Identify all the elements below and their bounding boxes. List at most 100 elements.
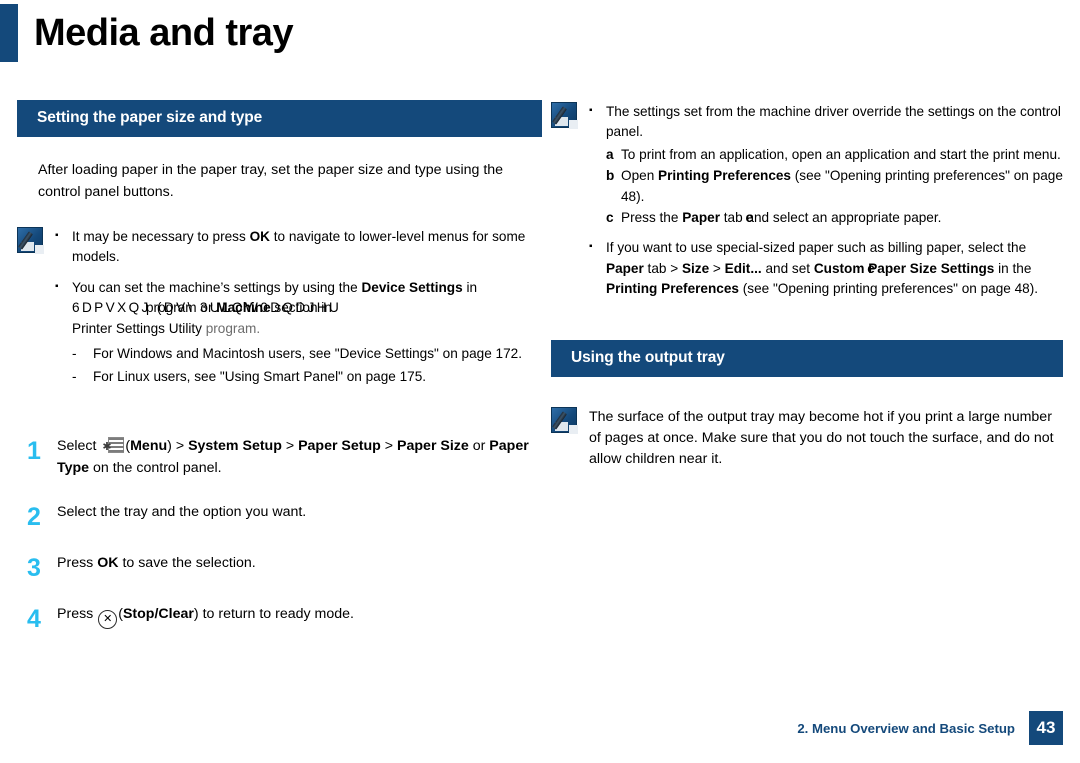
note-body-left: ▪ It may be necessary to press OK to nav… [55,227,542,393]
step-3-bold-ok: OK [97,554,119,571]
step-4-seg3: ) to return to ready mode. [193,605,354,622]
note-bullet-special-sized: ▪ If you want to use special-sized paper… [589,238,1063,299]
special-bold-paper: Paper [606,260,644,276]
bullet-dot: ▪ [55,230,59,241]
dash-item-windows-mac: - For Windows and Macintosh users, see "… [72,344,542,364]
special-bold-paper-size-settings: Paper Size Settings [868,260,995,276]
note-bullet-list-right: ▪ The settings set from the machine driv… [589,102,1063,300]
step-1-seg3: ) > [167,437,189,454]
step-3-text: Press OK to save the selection. [57,550,542,581]
alpha-b-pre: Open [621,168,659,184]
alpha-b-bold: Printing Preferences [658,168,791,184]
left-column: Setting the paper size and type After lo… [17,100,542,652]
overlapped-glyph-c: and select an appropriate paper. e [745,208,942,228]
special-t4: in the [994,260,1032,276]
overlay-part-bold: Machine [216,300,271,316]
step-3-number: 3 [27,553,41,582]
note-bullet-ok: ▪ It may be necessary to press OK to nav… [55,227,542,268]
alpha-sub-list: a To print from an application, open an … [606,145,1063,229]
alpha-c-post: tab [719,209,747,225]
note-pencil-icon [17,227,45,255]
bullet-special-line1: If you want to use special-sized paper s… [606,240,1027,256]
title-accent-bar [0,4,18,62]
alpha-c-bold-paper: Paper [682,209,720,225]
overlapped-text-run: 6DPVXQJ (DV\ 3ULQW0DQDJHU program or Mac… [72,298,341,318]
special-bold-size: Size [681,260,710,276]
alpha-item-b: b Open Printing Preferences (see "Openin… [606,166,1063,207]
dash-item-linux: - For Linux users, see "Using Smart Pane… [72,367,542,387]
overlapped-glyph-custom: Paper Size Settings e [867,259,995,279]
step-3-seg1: Press [57,554,98,571]
alpha-c-pre: Press the [621,209,683,225]
bullet-ds-tail-grey: program. [205,320,261,336]
step-1-bold-paper-size: Paper Size [397,437,469,454]
step-1: 1 Select ✱ (Menu) > System Setup > Paper … [17,433,542,479]
bullet-ds-pre: You can set the machine’s settings by us… [72,279,362,295]
note-body-right-top: ▪ The settings set from the machine driv… [589,102,1063,302]
special-bold-printing-prefs: Printing Preferences [606,281,739,297]
step-1-bold-menu: Menu [130,437,168,454]
special-t3: and set [761,260,814,276]
bullet-ds-tail: Printer Settings Utility [72,320,206,336]
dash-mark: - [72,369,77,385]
alpha-mark-b: b [606,168,615,184]
step-4-bold-stop-clear: Stop/Clear [122,605,194,622]
step-4-seg1: Press [57,605,98,622]
bullet-ds-post: in [462,279,478,295]
special-t1: tab > [643,260,682,276]
special-t2: > [709,260,725,276]
alpha-item-a: a To print from an application, open an … [606,145,1063,165]
stop-clear-icon: ✕ [98,609,118,629]
overlay-part-2: section in [270,300,332,316]
overlay-glyph-e: e [745,209,753,225]
step-1-seg6: or [468,437,490,454]
bullet-dot: ▪ [55,280,59,292]
footer-chapter-label: 2. Menu Overview and Basic Setup [797,720,1015,736]
note-block-left: ▪ It may be necessary to press OK to nav… [17,227,542,393]
special-bold-custom: Custom [813,260,869,276]
step-2: 2 Select the tray and the option you wan… [17,499,542,530]
step-1-number: 1 [27,436,41,465]
special-bold-edit: Edit... [724,260,762,276]
bullet-ok-bold: OK [249,229,270,244]
bullet-driver-text: The settings set from the machine driver… [606,104,1061,140]
bullet-dot: ▪ [589,241,593,253]
note-block-right-bottom: The surface of the output tray may becom… [551,406,1063,471]
step-2-text: Select the tray and the option you want. [57,503,307,520]
step-1-text: Select ✱ (Menu) > System Setup > Paper Se… [57,433,542,479]
overlay-part-1: program or [146,300,217,316]
section-header-output-tray: Using the output tray [551,339,1063,377]
page-footer: 2. Menu Overview and Basic Setup 43 [797,711,1063,745]
menu-icon: ✱ [102,436,125,454]
step-1-bold-paper-setup: Paper Setup [298,437,381,454]
page-title-row: Media and tray [0,4,294,62]
step-3: 3 Press OK to save the selection. [17,550,542,581]
page-title: Media and tray [34,12,294,54]
dash-mark: - [72,345,77,361]
section-header-paper-size-type: Setting the paper size and type [17,100,542,137]
document-page: Media and tray Setting the paper size an… [0,0,1080,763]
numbered-steps: 1 Select ✱ (Menu) > System Setup > Paper … [17,433,542,632]
note-pencil-icon [551,406,579,435]
note-pencil-icon [551,102,579,130]
dash-text: For Windows and Macintosh users, see "De… [93,345,523,361]
special-t5: (see "Opening printing preferences" on p… [738,281,1039,297]
alpha-mark-c: c [606,209,614,225]
bullet-ok-pre: It may be necessary to press [72,229,250,244]
note-dash-list: - For Windows and Macintosh users, see "… [72,344,542,388]
step-1-bold-system-setup: System Setup [188,437,282,454]
right-column: ▪ The settings set from the machine driv… [551,100,1063,470]
alpha-item-c: c Press the Paper tab and select an appr… [606,208,1063,228]
note-bullet-list-left: ▪ It may be necessary to press OK to nav… [55,227,542,391]
step-1-seg1: Select [57,437,101,454]
step-2-number: 2 [27,502,41,531]
step-1-seg7: on the control panel. [89,459,222,476]
note-bullet-device-settings: ▪ You can set the machine’s settings by … [55,278,542,391]
alpha-c-post2: and select an appropriate paper. [746,209,942,225]
bullet-dot: ▪ [589,105,593,116]
alpha-mark-a: a [606,146,614,162]
step-4-text: Press ✕ (Stop/Clear) to return to ready m… [57,601,542,632]
note-text-output-tray: The surface of the output tray may becom… [589,408,1054,468]
overlay-glyph-e2: e [867,260,875,276]
dash-text: For Linux users, see "Using Smart Panel"… [93,369,427,385]
